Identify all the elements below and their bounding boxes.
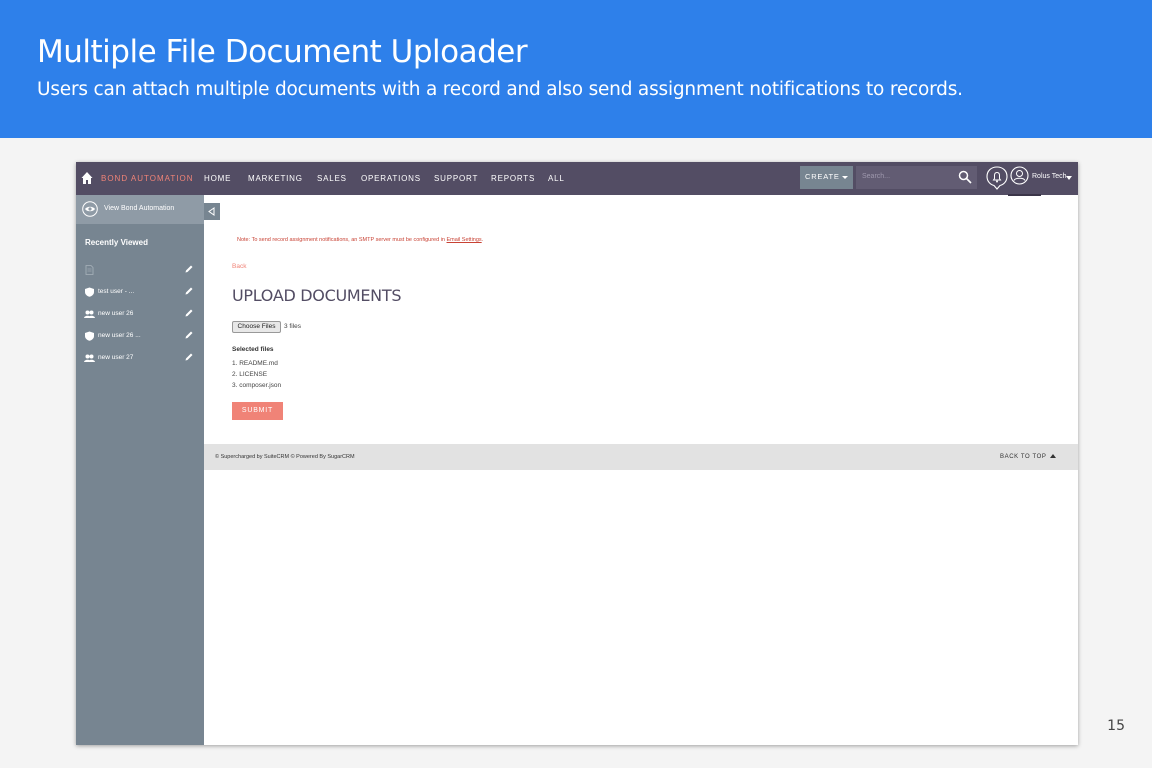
- shield-icon: [85, 287, 94, 297]
- pencil-icon[interactable]: [184, 308, 194, 318]
- note-text: Note: To send record assignment notifica…: [237, 237, 447, 243]
- choose-files-button[interactable]: Choose Files: [232, 321, 281, 333]
- footer-credits[interactable]: © Supercharged by SuiteCRM © Powered By …: [215, 454, 355, 460]
- selected-files-heading: Selected files: [232, 346, 274, 353]
- top-navbar: BOND AUTOMATION HOME MARKETING SALES OPE…: [76, 162, 1078, 196]
- recent-item[interactable]: new user 26: [76, 307, 204, 321]
- email-settings-link[interactable]: Email Settings: [447, 237, 482, 243]
- pencil-icon[interactable]: [184, 264, 194, 274]
- recent-item-label: new user 26: [98, 310, 134, 317]
- bell-icon[interactable]: [986, 166, 1008, 190]
- submit-button[interactable]: SUBMIT: [232, 402, 283, 420]
- user-menu-indicator: [1008, 194, 1041, 196]
- shield-icon: [85, 331, 94, 341]
- nav-item-all[interactable]: ALL: [548, 174, 565, 183]
- nav-item-support[interactable]: SUPPORT: [434, 174, 478, 183]
- create-label: CREATE: [805, 172, 840, 181]
- home-icon[interactable]: [81, 171, 93, 185]
- recently-viewed-heading: Recently Viewed: [85, 238, 148, 247]
- recent-item[interactable]: test user - ...: [76, 285, 204, 299]
- user-avatar-icon[interactable]: [1010, 166, 1029, 185]
- app-screenshot: BOND AUTOMATION HOME MARKETING SALES OPE…: [76, 162, 1078, 745]
- user-menu[interactable]: Rolus Tech: [1032, 173, 1067, 180]
- smtp-note: Note: To send record assignment notifica…: [237, 237, 483, 243]
- nav-item-marketing[interactable]: MARKETING: [248, 174, 303, 183]
- recent-item[interactable]: new user 27: [76, 351, 204, 365]
- view-action-label: View Bond Automation: [104, 205, 175, 212]
- pencil-icon[interactable]: [184, 286, 194, 296]
- recent-item[interactable]: new user 26 ...: [76, 329, 204, 343]
- file-item: 2. LICENSE: [232, 371, 268, 378]
- sidebar-collapse-icon[interactable]: [204, 203, 220, 220]
- page-number: 15: [1107, 718, 1125, 734]
- users-icon: [84, 310, 95, 318]
- chevron-down-icon: [842, 176, 848, 179]
- pencil-icon[interactable]: [184, 330, 194, 340]
- sidebar-view-action[interactable]: View Bond Automation: [76, 195, 204, 224]
- chevron-down-icon[interactable]: [1066, 176, 1072, 180]
- sidebar: View Bond Automation Recently Viewed tes…: [76, 195, 204, 745]
- recent-item-label: new user 26 ...: [98, 332, 141, 339]
- brand-link[interactable]: BOND AUTOMATION: [101, 174, 194, 183]
- file-count: 3 files: [284, 323, 301, 330]
- nav-item-operations[interactable]: OPERATIONS: [361, 174, 421, 183]
- back-to-top-link[interactable]: BACK TO TOP: [1000, 454, 1047, 460]
- nav-item-reports[interactable]: REPORTS: [491, 174, 535, 183]
- arrow-up-icon[interactable]: [1050, 454, 1056, 458]
- recent-item[interactable]: [76, 263, 204, 277]
- slide-subtitle: Users can attach multiple documents with…: [37, 79, 963, 100]
- page-title: UPLOAD DOCUMENTS: [232, 286, 402, 305]
- back-link[interactable]: Back: [232, 263, 246, 270]
- users-icon: [84, 354, 95, 362]
- document-icon: [85, 265, 94, 275]
- file-item: 3. composer.json: [232, 382, 282, 389]
- slide-banner: Multiple File Document Uploader Users ca…: [0, 0, 1152, 138]
- note-end: .: [481, 237, 484, 243]
- recent-item-label: test user - ...: [98, 288, 135, 295]
- slide-title: Multiple File Document Uploader: [37, 34, 528, 70]
- nav-item-home[interactable]: HOME: [204, 174, 231, 183]
- create-button[interactable]: CREATE: [800, 166, 853, 189]
- file-item: 1. README.md: [232, 360, 278, 367]
- pencil-icon[interactable]: [184, 352, 194, 362]
- search-icon[interactable]: [958, 170, 972, 184]
- nav-item-sales[interactable]: SALES: [317, 174, 347, 183]
- eye-icon: [82, 201, 98, 217]
- footer: © Supercharged by SuiteCRM © Powered By …: [204, 444, 1078, 470]
- recent-item-label: new user 27: [98, 354, 134, 361]
